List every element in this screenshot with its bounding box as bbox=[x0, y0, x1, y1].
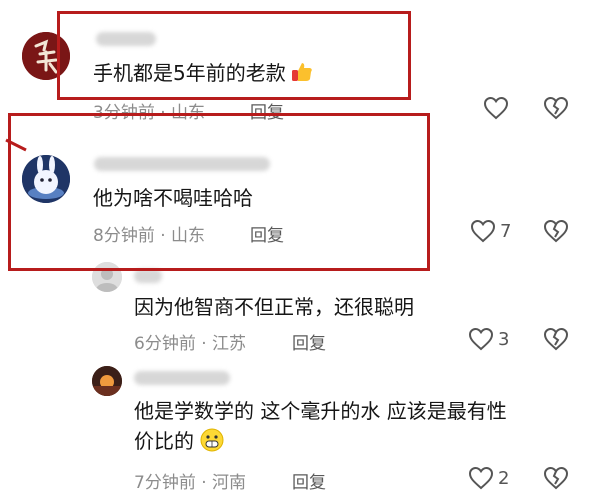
dislike-broken-heart-icon bbox=[543, 219, 569, 243]
comment-3-meta: 6分钟前 · 江苏 bbox=[134, 334, 247, 354]
highlight-box-comment-1 bbox=[57, 11, 411, 100]
username-blurred-3[interactable] bbox=[134, 269, 162, 283]
comment-3-reply-button[interactable]: 回复 bbox=[292, 329, 326, 354]
comment-4-text-line1: 他是学数学的 这个毫升的水 应该是最有性 bbox=[134, 399, 507, 423]
dislike-broken-heart-icon bbox=[543, 466, 569, 490]
grin-emoji-icon bbox=[200, 428, 224, 452]
highlight-arrow-mark bbox=[5, 138, 27, 152]
dislike-broken-heart-icon bbox=[543, 327, 569, 351]
like-heart-icon bbox=[483, 96, 509, 120]
like-heart-icon bbox=[470, 219, 496, 243]
comment-1-like-button[interactable] bbox=[483, 96, 513, 120]
comment-2-dislike-button[interactable] bbox=[543, 219, 569, 243]
comment-4-like-button[interactable]: 2 bbox=[468, 466, 509, 490]
avatar-commenter-4[interactable] bbox=[92, 366, 122, 396]
comment-4-dislike-button[interactable] bbox=[543, 466, 569, 490]
highlight-box-comment-2 bbox=[8, 113, 430, 271]
like-heart-icon bbox=[468, 327, 494, 351]
comment-3-like-button[interactable]: 3 bbox=[468, 327, 509, 351]
comment-1-dislike-button[interactable] bbox=[543, 96, 569, 120]
comment-4-meta: 7分钟前 · 河南 bbox=[134, 473, 247, 493]
comment-2-like-button[interactable]: 7 bbox=[470, 219, 511, 243]
comment-4-reply-button[interactable]: 回复 bbox=[292, 468, 326, 493]
avatar-sunset-image bbox=[92, 366, 122, 396]
like-heart-icon bbox=[468, 466, 494, 490]
comment-4-text-line2: 价比的 bbox=[134, 426, 224, 456]
comment-3-dislike-button[interactable] bbox=[543, 327, 569, 351]
dislike-broken-heart-icon bbox=[543, 96, 569, 120]
comment-3-text: 因为他智商不但正常，还很聪明 bbox=[134, 295, 414, 319]
username-blurred-4[interactable] bbox=[134, 371, 230, 385]
